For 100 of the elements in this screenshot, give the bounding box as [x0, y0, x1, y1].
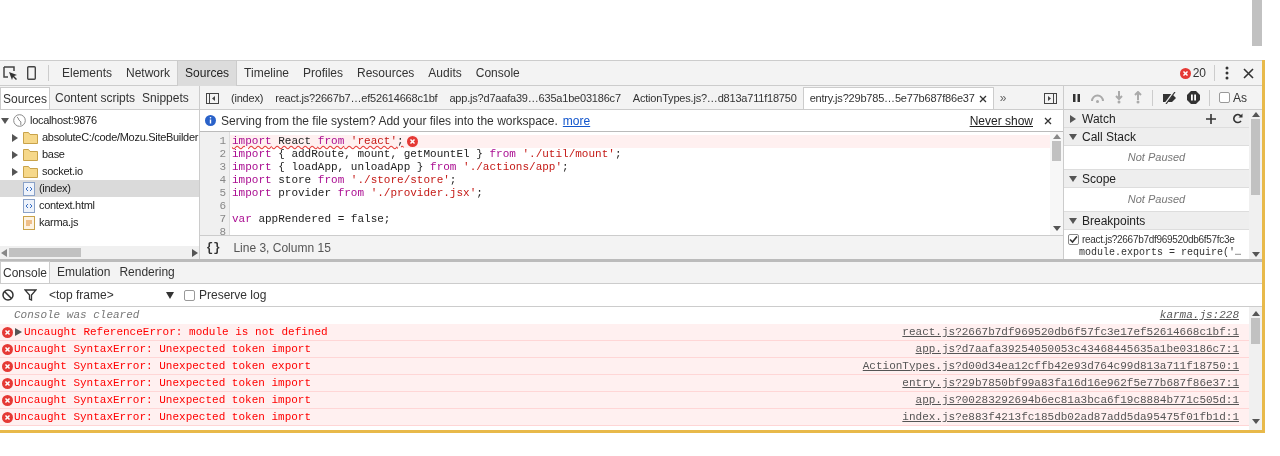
script-file-icon [23, 215, 35, 230]
navigator-tab[interactable]: Content scripts [53, 87, 138, 109]
scroll-up-icon[interactable] [1251, 311, 1260, 316]
panel-tab[interactable]: Resources [350, 60, 422, 86]
never-show-link[interactable]: Never show [969, 111, 1033, 130]
scrollbar-thumb[interactable] [1251, 119, 1260, 195]
panel-tab[interactable]: Console [468, 60, 527, 86]
close-icon[interactable] [1243, 67, 1254, 79]
console-message: Uncaught ReferenceError: module is not defined [24, 324, 328, 340]
editor-tab[interactable]: (index) [225, 87, 270, 109]
vertical-scrollbar[interactable] [1249, 307, 1262, 430]
tree-item-label: absoluteC:/code/Mozu.SiteBuilder [42, 130, 199, 146]
tree-item-label: socket.io [42, 164, 83, 180]
sidebar-section-header[interactable]: Watch [1064, 110, 1249, 128]
source-link[interactable]: entry.js?29b7850bf99a83fa16d16e962f5e77b687f86e37:1 [902, 374, 1239, 392]
vertical-scrollbar[interactable] [1050, 132, 1063, 235]
editor-tab[interactable]: ActionTypes.js?…d813a711f18750 [626, 87, 803, 109]
editor-tab[interactable]: app.js?d7aafa39…635a1be03186c7 [443, 87, 627, 109]
console-message: Uncaught SyntaxError: Unexpected token export [14, 358, 312, 374]
tree-item[interactable]: context.html [0, 197, 199, 214]
dropdown-arrow-icon [166, 291, 174, 299]
deactivate-breakpoints-icon[interactable] [1162, 91, 1178, 104]
panel-tab[interactable]: Audits [421, 60, 469, 86]
refresh-icon[interactable] [1233, 113, 1243, 124]
toggle-navigator-icon[interactable] [206, 93, 219, 104]
source-link[interactable]: index.js?e883f4213fc185db02ad87add5da95475f01fb1d:1 [902, 408, 1239, 426]
sidebar-section-header[interactable]: Call Stack [1064, 128, 1249, 146]
code-line: var appRendered = false; [232, 213, 391, 226]
scrollbar-thumb[interactable] [1052, 141, 1061, 161]
more-tabs-button[interactable]: » [993, 87, 1013, 109]
scroll-up-icon[interactable] [1251, 112, 1260, 117]
drawer-tab[interactable]: Console [0, 261, 51, 283]
navigator-tab[interactable]: Snippets [140, 87, 191, 109]
tree-item[interactable]: base [0, 146, 199, 163]
error-counter[interactable]: 20 [1175, 64, 1210, 82]
globe-icon [13, 114, 26, 127]
tree-item[interactable]: localhost:9876 [0, 112, 199, 129]
pause-icon[interactable] [1072, 92, 1081, 103]
info-icon [205, 115, 216, 126]
source-link[interactable]: karma.js:228 [1159, 307, 1239, 324]
line-number: 5 [218, 187, 227, 200]
panel-tab[interactable]: Timeline [237, 60, 296, 86]
panel-tab[interactable]: Elements [55, 60, 120, 86]
more-menu-icon[interactable] [1225, 66, 1229, 80]
source-link[interactable]: app.js?00283292694b6ec81a3bca6f19c8884b771c505d:1 [915, 391, 1239, 409]
tree-item[interactable]: karma.js [0, 214, 199, 231]
pretty-print-button[interactable]: {} [206, 238, 221, 257]
breakpoint-checkbox[interactable] [1068, 233, 1079, 245]
add-icon[interactable] [1206, 113, 1216, 124]
scroll-right-icon[interactable] [192, 248, 198, 257]
source-link[interactable]: react.js?2667b7df969520db6f57fc3e17ef52614668c1bf:1 [902, 323, 1239, 341]
horizontal-scrollbar[interactable] [0, 246, 199, 259]
scroll-down-icon[interactable] [1251, 419, 1260, 424]
editor-tab[interactable]: react.js?2667b7…ef52614668c1bf [269, 87, 444, 109]
preserve-log-checkbox[interactable]: Preserve log [184, 286, 267, 304]
close-icon[interactable] [978, 94, 987, 103]
page-scrollbar-thumb[interactable] [1252, 0, 1262, 46]
panel-tab[interactable]: Network [119, 60, 178, 86]
code-line: import { loadApp, unloadApp } from './actions/app'; [232, 161, 569, 174]
toggle-debugger-icon[interactable] [1044, 93, 1057, 104]
line-number: 2 [218, 148, 227, 161]
panel-tab[interactable]: Profiles [296, 60, 350, 86]
expand-triangle-icon[interactable] [15, 328, 22, 336]
document-icon [23, 198, 35, 213]
device-mode-icon[interactable] [27, 66, 36, 80]
disclosure-triangle-icon[interactable] [1069, 216, 1077, 225]
drawer-tab[interactable]: Emulation [55, 261, 113, 283]
async-checkbox[interactable]: As [1219, 88, 1247, 107]
error-icon [406, 136, 418, 147]
context-dropdown[interactable]: <top frame> [47, 286, 174, 304]
filter-icon[interactable] [24, 289, 37, 301]
editor-tab-label: (index) [231, 90, 264, 106]
source-link[interactable]: ActionTypes.js?d00d34ea12cffb42e93d764c99d813a711f18750:1 [862, 357, 1239, 375]
not-paused-text: Not Paused [1127, 192, 1186, 208]
pause-on-exceptions-icon[interactable] [1187, 91, 1200, 104]
scroll-down-icon[interactable] [1052, 226, 1061, 231]
tree-item[interactable]: socket.io [0, 163, 199, 180]
editor-tab[interactable]: entry.js?29b785…5e77b687f86e37 [802, 87, 994, 109]
sidebar-section-header[interactable]: Breakpoints [1064, 212, 1249, 230]
panel-tab[interactable]: Sources [177, 60, 238, 86]
sidebar-section-header[interactable]: Scope [1064, 170, 1249, 188]
scrollbar-thumb[interactable] [9, 248, 81, 257]
disclosure-triangle-icon[interactable] [1069, 174, 1077, 183]
close-icon[interactable] [1044, 116, 1052, 125]
editor-tab-label: entry.js?29b785…5e77b687f86e37 [809, 91, 975, 107]
inspect-element-icon[interactable] [3, 65, 18, 81]
drawer-tab[interactable]: Rendering [117, 261, 177, 283]
breakpoint-file[interactable]: react.js?2667b7df969520db6f57fc3e [1082, 231, 1235, 247]
scroll-up-icon[interactable] [1052, 134, 1061, 139]
scroll-left-icon[interactable] [1, 248, 7, 257]
navigator-tab[interactable]: Sources [0, 87, 51, 109]
more-link[interactable]: more [562, 111, 591, 130]
scrollbar-thumb[interactable] [1251, 318, 1260, 344]
source-link[interactable]: app.js?d7aafa39254050053c43468445635a1be03186c7:1 [915, 340, 1239, 358]
scroll-down-icon[interactable] [1251, 252, 1260, 257]
vertical-scrollbar[interactable] [1249, 110, 1262, 259]
tree-item[interactable]: (index) [0, 180, 199, 197]
not-paused-text: Not Paused [1127, 150, 1186, 166]
clear-console-icon[interactable] [2, 289, 14, 301]
tree-item[interactable]: absoluteC:/code/Mozu.SiteBuilder [0, 129, 199, 146]
